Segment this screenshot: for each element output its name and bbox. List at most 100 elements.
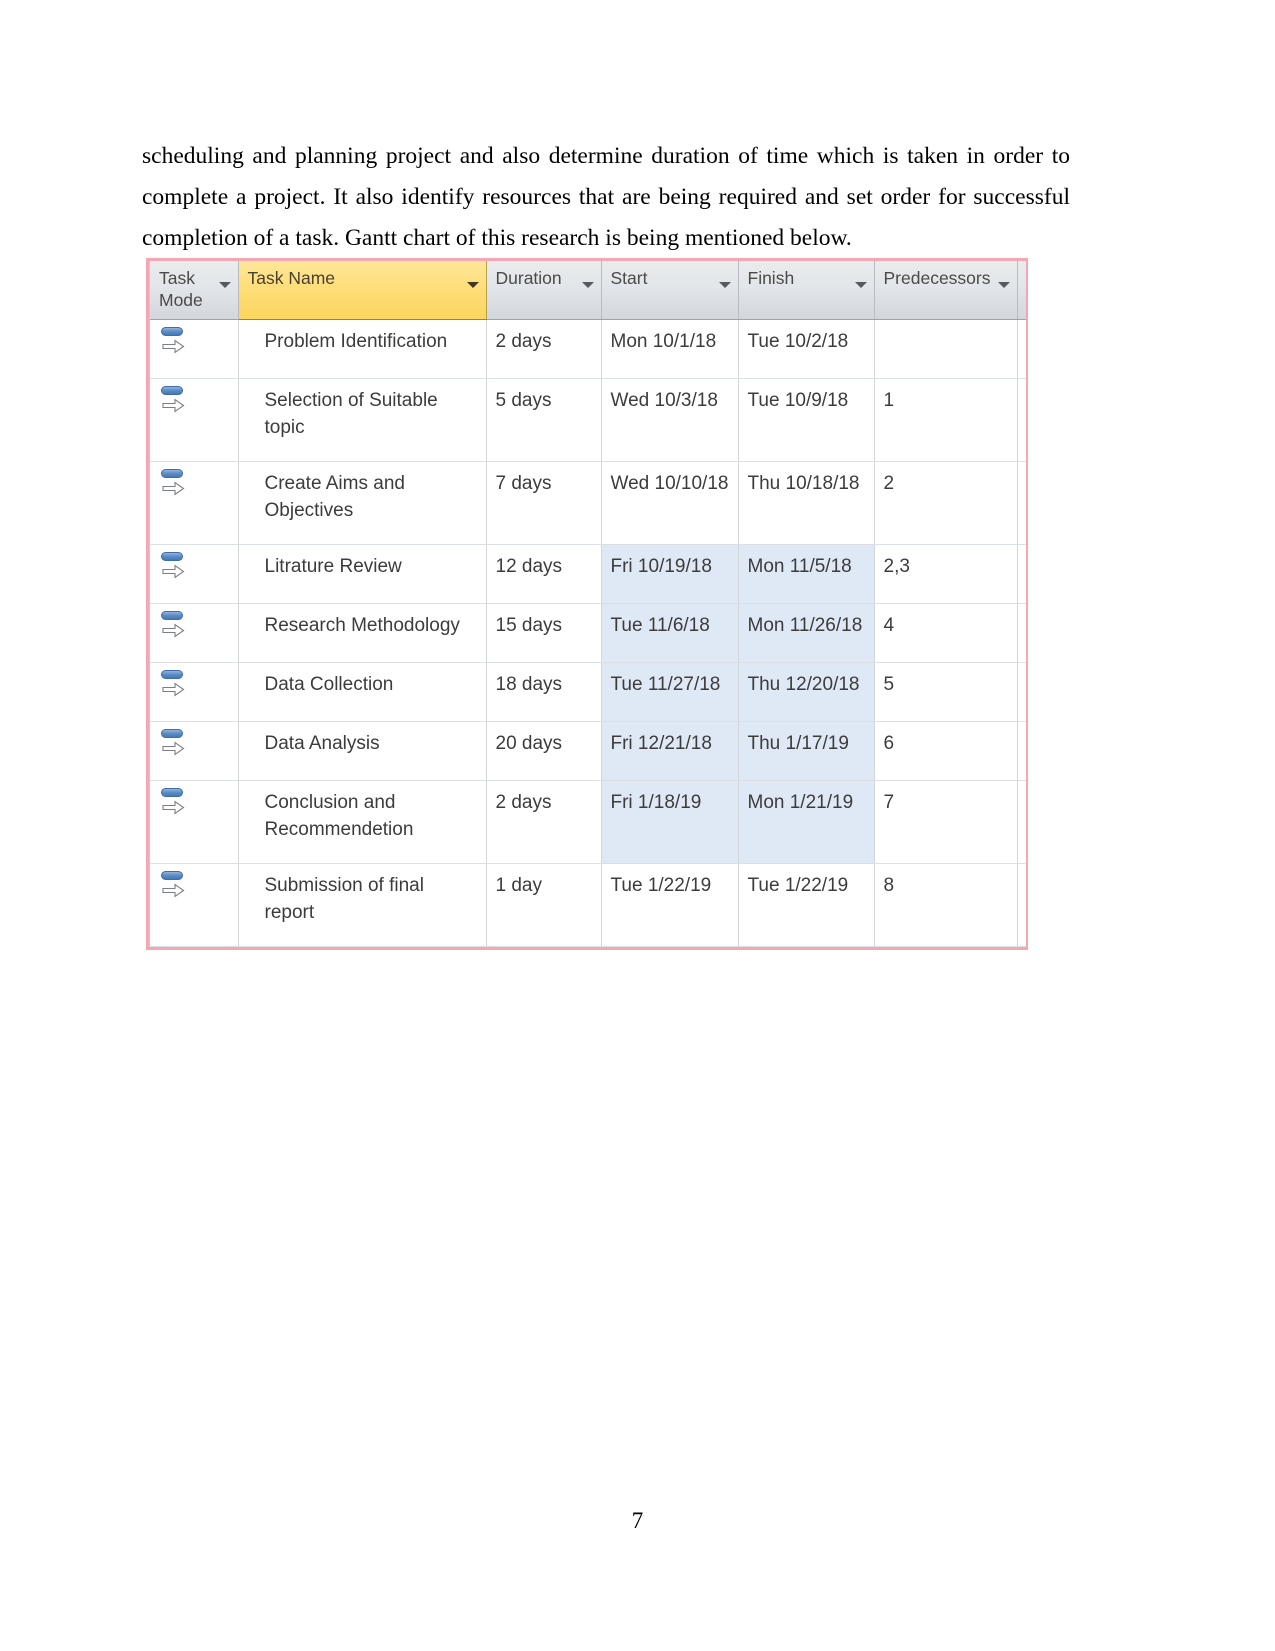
cell-task-name[interactable]: Research Methodology <box>238 603 487 663</box>
cell-predecessors[interactable]: 4 <box>874 603 1018 663</box>
table-row[interactable]: Problem Identification 2 days Mon 10/1/18 T… <box>150 319 1026 379</box>
cell-task-mode[interactable] <box>150 780 239 864</box>
cell-start[interactable]: Wed 10/10/18 <box>601 461 739 545</box>
cell-finish[interactable]: Tue 1/22/19 <box>738 863 875 947</box>
cell-duration[interactable]: 7 days <box>486 461 602 545</box>
cell-task-name[interactable]: Data Analysis <box>238 721 487 781</box>
auto-schedule-arrow-icon <box>162 564 185 579</box>
auto-schedule-bar-icon <box>161 871 183 880</box>
body-paragraph-block: scheduling and planning project and also… <box>142 136 1070 259</box>
document-page: scheduling and planning project and also… <box>0 0 1275 1651</box>
auto-schedule-icon[interactable] <box>160 610 186 640</box>
chevron-down-icon[interactable] <box>718 282 731 288</box>
cell-predecessors[interactable] <box>874 319 1018 379</box>
auto-schedule-arrow-icon <box>162 481 185 496</box>
cell-truncated <box>1017 603 1026 663</box>
column-header-predecessors[interactable]: Predecessors <box>874 261 1018 320</box>
cell-task-mode[interactable] <box>150 721 239 781</box>
cell-predecessors[interactable]: 5 <box>874 662 1018 722</box>
cell-duration[interactable]: 18 days <box>486 662 602 722</box>
table-row[interactable]: Litrature Review 12 days Fri 10/19/18 Mon 1… <box>150 544 1026 604</box>
body-paragraph: scheduling and planning project and also… <box>142 143 1070 251</box>
cell-start[interactable]: Tue 1/22/19 <box>601 863 739 947</box>
cell-predecessors[interactable]: 6 <box>874 721 1018 781</box>
auto-schedule-bar-icon <box>161 327 183 336</box>
table-row[interactable]: Research Methodology 15 days Tue 11/6/18 Mo… <box>150 603 1026 663</box>
cell-finish[interactable]: Mon 11/26/18 <box>738 603 875 663</box>
column-header-task-mode[interactable]: Task Mode <box>150 261 239 320</box>
cell-predecessors[interactable]: 2,3 <box>874 544 1018 604</box>
cell-task-mode[interactable] <box>150 662 239 722</box>
cell-duration[interactable]: 5 days <box>486 378 602 462</box>
chevron-down-icon[interactable] <box>581 282 594 288</box>
table-row[interactable]: Conclusion and Recommendetion 2 days Fri 1… <box>150 780 1026 864</box>
cell-truncated <box>1017 544 1026 604</box>
cell-start[interactable]: Fri 1/18/19 <box>601 780 739 864</box>
cell-task-name[interactable]: Submission of final report <box>238 863 487 947</box>
cell-task-name[interactable]: Problem Identification <box>238 319 487 379</box>
table-header-row: Task Mode Task Name Duration Start Finis… <box>150 261 1026 320</box>
cell-finish[interactable]: Mon 11/5/18 <box>738 544 875 604</box>
gantt-grid-container: Task Mode Task Name Duration Start Finis… <box>149 261 1026 947</box>
cell-duration[interactable]: 2 days <box>486 780 602 864</box>
column-header-task-name[interactable]: Task Name <box>237 261 487 320</box>
cell-duration[interactable]: 1 day <box>486 863 602 947</box>
cell-start[interactable]: Fri 10/19/18 <box>601 544 739 604</box>
chevron-down-icon[interactable] <box>218 282 231 288</box>
cell-task-mode[interactable] <box>150 319 239 379</box>
cell-finish[interactable]: Tue 10/2/18 <box>738 319 875 379</box>
cell-finish[interactable]: Mon 1/21/19 <box>738 780 875 864</box>
cell-truncated <box>1017 378 1026 462</box>
auto-schedule-bar-icon <box>161 386 183 395</box>
column-header-finish[interactable]: Finish <box>738 261 875 320</box>
table-row[interactable]: Selection of Suitable topic 5 days Wed 10/… <box>150 378 1026 462</box>
cell-finish[interactable]: Thu 1/17/19 <box>738 721 875 781</box>
cell-task-name[interactable]: Litrature Review <box>238 544 487 604</box>
cell-duration[interactable]: 20 days <box>486 721 602 781</box>
table-row[interactable]: Submission of final report 1 day Tue 1/22/… <box>150 863 1026 947</box>
cell-task-mode[interactable] <box>150 378 239 462</box>
cell-task-mode[interactable] <box>150 461 239 545</box>
column-header-start[interactable]: Start <box>601 261 739 320</box>
cell-task-name[interactable]: Selection of Suitable topic <box>238 378 487 462</box>
cell-predecessors[interactable]: 8 <box>874 863 1018 947</box>
table-row[interactable]: Create Aims and Objectives 7 days Wed 10/1… <box>150 461 1026 545</box>
cell-start[interactable]: Wed 10/3/18 <box>601 378 739 462</box>
cell-duration[interactable]: 15 days <box>486 603 602 663</box>
table-row[interactable]: Data Analysis 20 days Fri 12/21/18 Thu 1/17… <box>150 721 1026 781</box>
column-header-duration[interactable]: Duration <box>486 261 602 320</box>
cell-start[interactable]: Tue 11/6/18 <box>601 603 739 663</box>
auto-schedule-icon[interactable] <box>160 551 186 581</box>
cell-predecessors[interactable]: 7 <box>874 780 1018 864</box>
cell-finish[interactable]: Thu 10/18/18 <box>738 461 875 545</box>
cell-task-name[interactable]: Data Collection <box>238 662 487 722</box>
cell-duration[interactable]: 12 days <box>486 544 602 604</box>
chevron-down-icon[interactable] <box>466 282 479 288</box>
auto-schedule-icon[interactable] <box>160 468 186 498</box>
chevron-down-icon[interactable] <box>854 282 867 288</box>
cell-task-name[interactable]: Conclusion and Recommendetion <box>238 780 487 864</box>
auto-schedule-icon[interactable] <box>160 787 186 817</box>
cell-task-mode[interactable] <box>150 863 239 947</box>
cell-predecessors[interactable]: 1 <box>874 378 1018 462</box>
cell-task-name[interactable]: Create Aims and Objectives <box>238 461 487 545</box>
cell-start[interactable]: Mon 10/1/18 <box>601 319 739 379</box>
auto-schedule-bar-icon <box>161 469 183 478</box>
cell-finish[interactable]: Thu 12/20/18 <box>738 662 875 722</box>
auto-schedule-icon[interactable] <box>160 669 186 699</box>
chevron-down-icon[interactable] <box>997 282 1010 288</box>
auto-schedule-icon[interactable] <box>160 728 186 758</box>
auto-schedule-icon[interactable] <box>160 870 186 900</box>
cell-start[interactable]: Fri 12/21/18 <box>601 721 739 781</box>
auto-schedule-icon[interactable] <box>160 385 186 415</box>
cell-start[interactable]: Tue 11/27/18 <box>601 662 739 722</box>
cell-truncated <box>1017 319 1026 379</box>
auto-schedule-icon[interactable] <box>160 326 186 356</box>
cell-finish[interactable]: Tue 10/9/18 <box>738 378 875 462</box>
auto-schedule-bar-icon <box>161 552 183 561</box>
cell-duration[interactable]: 2 days <box>486 319 602 379</box>
cell-predecessors[interactable]: 2 <box>874 461 1018 545</box>
table-row[interactable]: Data Collection 18 days Tue 11/27/18 Thu 12… <box>150 662 1026 722</box>
cell-task-mode[interactable] <box>150 544 239 604</box>
cell-task-mode[interactable] <box>150 603 239 663</box>
